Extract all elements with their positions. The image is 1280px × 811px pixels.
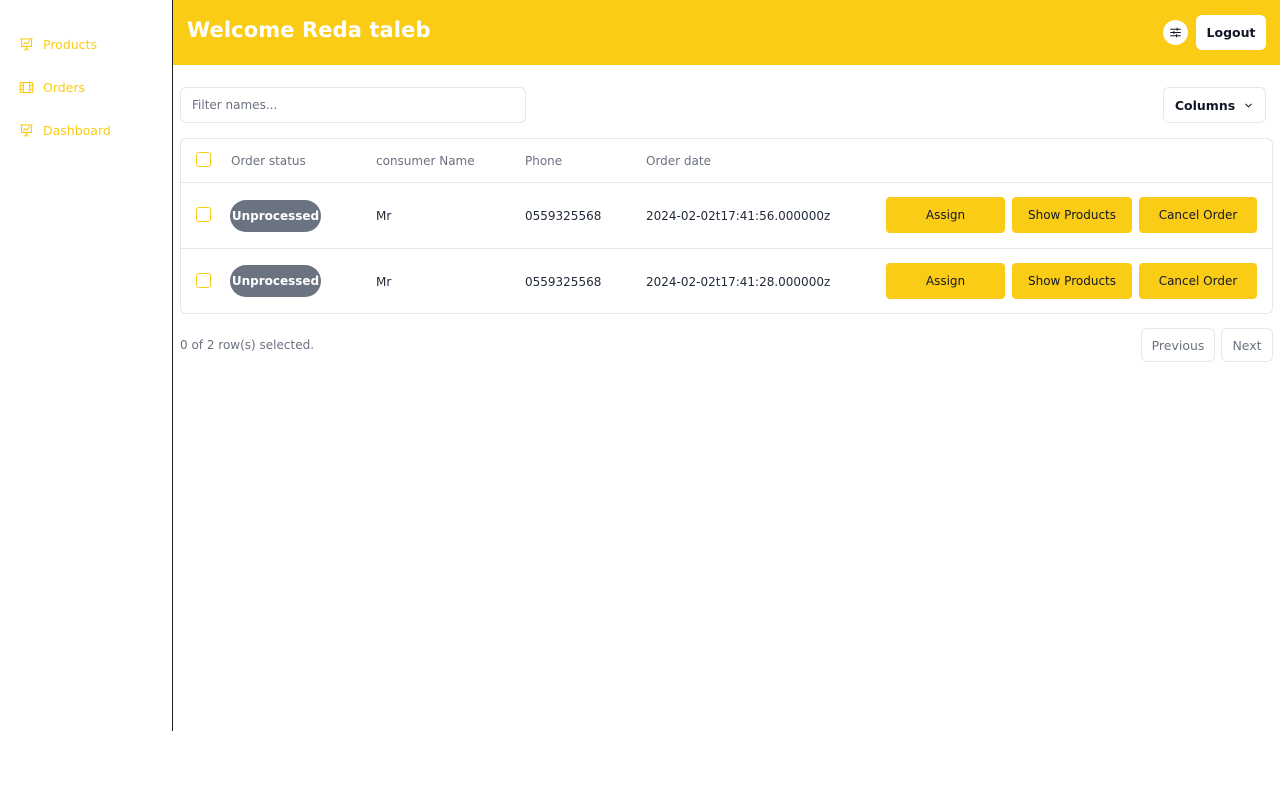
selection-count-text: 0 of 2 row(s) selected. — [180, 338, 315, 352]
show-products-button[interactable]: Show Products — [1012, 197, 1132, 233]
column-header-order-status[interactable]: Order status — [231, 154, 306, 168]
sidebar-item-label: Products — [43, 37, 97, 52]
presentation-chart-icon — [20, 38, 33, 51]
filter-names-input[interactable] — [180, 87, 526, 123]
settings-button[interactable] — [1163, 20, 1188, 45]
select-all-checkbox[interactable] — [196, 152, 211, 167]
phone-cell: 0559325568 — [525, 209, 602, 223]
consumer-name-cell: Mr — [376, 209, 392, 223]
presentation-chart-icon — [20, 124, 33, 137]
sidebar-item-dashboard[interactable]: Dashboard — [19, 123, 111, 138]
column-header-consumer-name[interactable]: consumer Name — [376, 154, 475, 168]
row-select-checkbox[interactable] — [196, 207, 211, 222]
columns-label: Columns — [1174, 97, 1236, 113]
sidebar: Products Orders Dashboard — [0, 0, 173, 731]
sidebar-item-label: Dashboard — [43, 123, 111, 138]
sidebar-item-products[interactable]: Products — [19, 37, 97, 52]
next-page-button[interactable]: Next — [1221, 328, 1273, 362]
page-title: Welcome Reda taleb — [187, 18, 431, 42]
status-badge: Unprocessed — [230, 200, 321, 232]
column-header-phone[interactable]: Phone — [525, 154, 562, 168]
order-date-cell: 2024-02-02t17:41:28.000000z — [646, 275, 831, 289]
assign-button[interactable]: Assign — [886, 197, 1005, 233]
orders-table: Order status consumer Name Phone Order d… — [180, 138, 1273, 314]
assign-button[interactable]: Assign — [886, 263, 1005, 299]
sidebar-item-label: Orders — [43, 80, 86, 95]
chevron-down-icon — [1245, 103, 1252, 107]
divider — [181, 182, 1272, 183]
phone-cell: 0559325568 — [525, 275, 602, 289]
cancel-order-button[interactable]: Cancel Order — [1139, 197, 1257, 233]
logout-button[interactable]: Logout — [1196, 15, 1266, 50]
top-header: Welcome Reda taleb Logout — [173, 0, 1280, 65]
film-icon — [19, 81, 34, 94]
cancel-order-button[interactable]: Cancel Order — [1139, 263, 1257, 299]
previous-page-button[interactable]: Previous — [1141, 328, 1215, 362]
consumer-name-cell: Mr — [376, 275, 392, 289]
status-badge: Unprocessed — [230, 265, 321, 297]
sliders-icon — [1170, 27, 1181, 38]
show-products-button[interactable]: Show Products — [1012, 263, 1132, 299]
sidebar-item-orders[interactable]: Orders — [19, 80, 85, 95]
order-date-cell: 2024-02-02t17:41:56.000000z — [646, 209, 831, 223]
column-header-order-date[interactable]: Order date — [646, 154, 711, 168]
row-select-checkbox[interactable] — [196, 273, 211, 288]
columns-dropdown-button[interactable]: Columns — [1163, 87, 1266, 123]
divider — [181, 248, 1272, 249]
